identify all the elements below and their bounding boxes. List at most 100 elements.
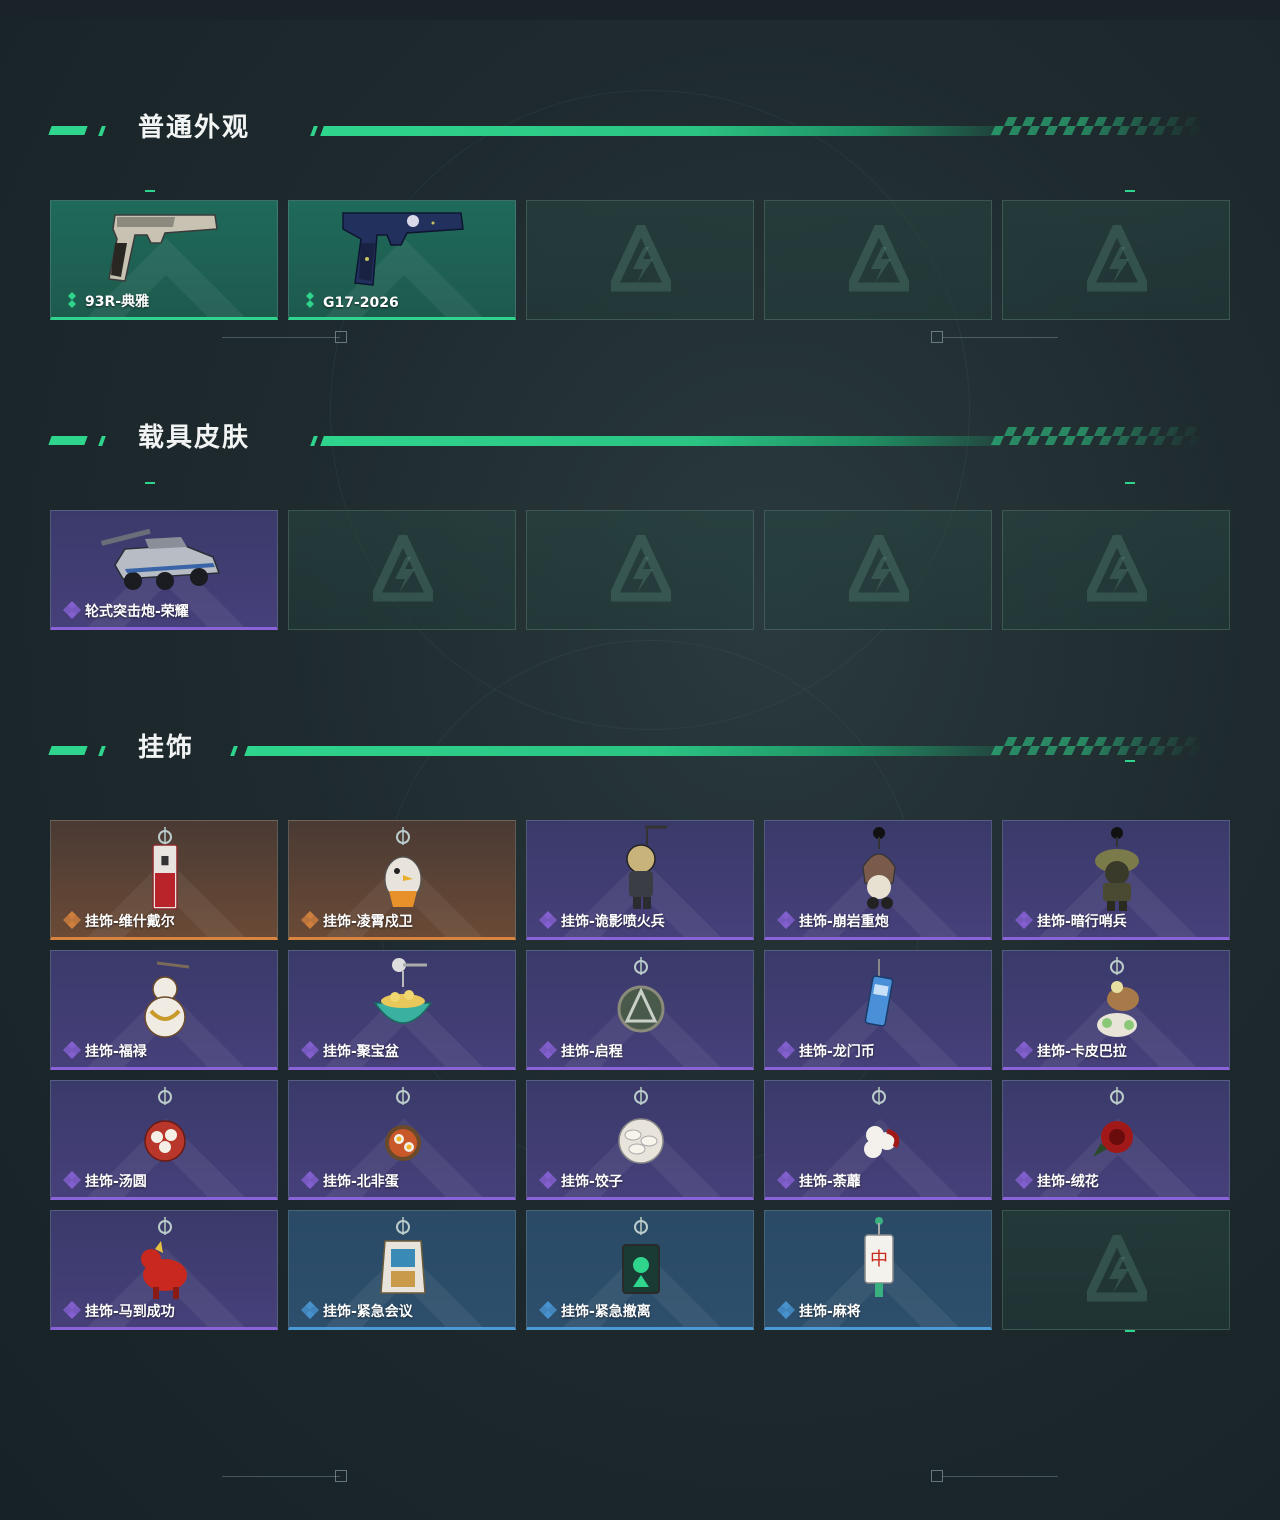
corner-tick [145, 190, 155, 192]
rarity-icon [539, 911, 557, 929]
header-accent-pill [48, 126, 88, 135]
item-card[interactable]: 挂饰-汤圆 [50, 1080, 278, 1200]
item-card[interactable]: 挂饰-启程 [526, 950, 754, 1070]
deco-rule [943, 337, 1058, 338]
deco-rule [943, 1476, 1058, 1477]
game-logo-icon [1081, 1226, 1153, 1305]
charm-flower-white-icon [809, 1083, 949, 1173]
corner-tick [1125, 760, 1135, 762]
rarity-icon [539, 1041, 557, 1059]
header-accent-pill [48, 746, 88, 755]
rarity-icon [1015, 1171, 1033, 1189]
rarity-icon [777, 1301, 795, 1319]
header-line [320, 126, 1004, 136]
deco-square [335, 1470, 347, 1482]
svg-text:中: 中 [870, 1249, 888, 1270]
item-card[interactable]: 挂饰-诡影喷火兵 [526, 820, 754, 940]
corner-tick [145, 482, 155, 484]
rarity-icon [301, 1301, 319, 1319]
header-accent-tick [98, 126, 106, 136]
rarity-icon [777, 911, 795, 929]
item-card[interactable]: 挂饰-饺子 [526, 1080, 754, 1200]
item-card[interactable]: 挂饰-龙门币 [764, 950, 992, 1070]
item-label: 挂饰-诡影喷火兵 [561, 914, 665, 930]
pistol-blue-icon [333, 203, 473, 293]
header-accent-tick [230, 746, 238, 756]
item-label: 挂饰-龙门币 [799, 1044, 875, 1060]
vehicle-icon [95, 513, 235, 603]
section-title: 挂饰 [138, 733, 195, 763]
item-card[interactable]: 挂饰-北非蛋 [288, 1080, 516, 1200]
header-line [320, 436, 1004, 446]
item-card[interactable]: 挂饰-绒花 [1002, 1080, 1230, 1200]
corner-tick [1125, 1330, 1135, 1332]
item-card[interactable]: 挂饰-崩岩重炮 [764, 820, 992, 940]
charm-bowl-icon [333, 953, 473, 1043]
header-line [244, 746, 1004, 756]
deco-square [931, 331, 943, 343]
rarity-icon [1015, 1041, 1033, 1059]
rarity-icon [63, 291, 81, 309]
item-card[interactable]: 中挂饰-麻将 [764, 1210, 992, 1330]
item-card[interactable]: 挂饰-暗行哨兵 [1002, 820, 1230, 940]
item-label: 挂饰-绒花 [1037, 1174, 1099, 1190]
item-label: 挂饰-凌霄戍卫 [323, 914, 413, 930]
item-card[interactable]: 93R-典雅 [50, 200, 278, 320]
item-label: 挂饰-福禄 [85, 1044, 147, 1060]
empty-slot [526, 200, 754, 320]
charm-meeting-icon [333, 1213, 473, 1303]
item-card[interactable]: G17-2026 [288, 200, 516, 320]
charm-badge-icon [571, 953, 711, 1043]
item-card[interactable]: 挂饰-荼蘼 [764, 1080, 992, 1200]
item-card[interactable]: 挂饰-马到成功 [50, 1210, 278, 1330]
charm-tangyuan-icon [95, 1083, 235, 1173]
item-card[interactable]: 挂饰-福禄 [50, 950, 278, 1070]
item-label: 挂饰-麻将 [799, 1304, 861, 1320]
item-card[interactable]: 挂饰-凌霄戍卫 [288, 820, 516, 940]
header-accent-pill [48, 436, 88, 445]
game-logo-icon [1081, 526, 1153, 605]
game-logo-icon [605, 526, 677, 605]
charm-mahjong-icon: 中 [809, 1213, 949, 1303]
item-card[interactable]: ▇ 挂饰-维什戴尔 [50, 820, 278, 940]
rarity-icon [539, 1301, 557, 1319]
item-card[interactable]: 挂饰-紧急会议 [288, 1210, 516, 1330]
game-logo-icon [367, 526, 439, 605]
charm-soldier-icon [571, 823, 711, 913]
rarity-icon [63, 1171, 81, 1189]
section-title: 普通外观 [138, 113, 251, 143]
rarity-icon [301, 1041, 319, 1059]
rarity-icon [777, 1171, 795, 1189]
item-label: 挂饰-饺子 [561, 1174, 623, 1190]
charm-sentinel-icon [1047, 823, 1187, 913]
game-logo-icon [605, 216, 677, 295]
charm-chick-icon [333, 823, 473, 913]
header-accent-tick [310, 126, 318, 136]
header-checker [990, 117, 1210, 135]
charm-egg-icon [333, 1083, 473, 1173]
item-label: 挂饰-聚宝盆 [323, 1044, 399, 1060]
header-accent-tick [98, 436, 106, 446]
corner-tick [1125, 482, 1135, 484]
item-label: 93R-典雅 [85, 294, 150, 310]
rarity-icon [63, 911, 81, 929]
charm-horse-icon [95, 1213, 235, 1303]
item-card[interactable]: 轮式突击炮-荣耀 [50, 510, 278, 630]
game-logo-icon [843, 526, 915, 605]
header-accent-tick [98, 746, 106, 756]
item-card[interactable]: 挂饰-聚宝盆 [288, 950, 516, 1070]
deco-rule [222, 337, 340, 338]
charm-dumpling-icon [571, 1083, 711, 1173]
charm-exit-icon [571, 1213, 711, 1303]
item-card[interactable]: 挂饰-卡皮巴拉 [1002, 950, 1230, 1070]
item-card[interactable]: 挂饰-紧急撤离 [526, 1210, 754, 1330]
deco-square [335, 331, 347, 343]
charm-capybara-icon [1047, 953, 1187, 1043]
item-label: 挂饰-荼蘼 [799, 1174, 861, 1190]
charm-flower-red-icon [1047, 1083, 1187, 1173]
section-title: 载具皮肤 [138, 423, 251, 453]
item-label: 挂饰-暗行哨兵 [1037, 914, 1127, 930]
item-label: 挂饰-汤圆 [85, 1174, 147, 1190]
empty-slot [1002, 200, 1230, 320]
rarity-icon [63, 1301, 81, 1319]
